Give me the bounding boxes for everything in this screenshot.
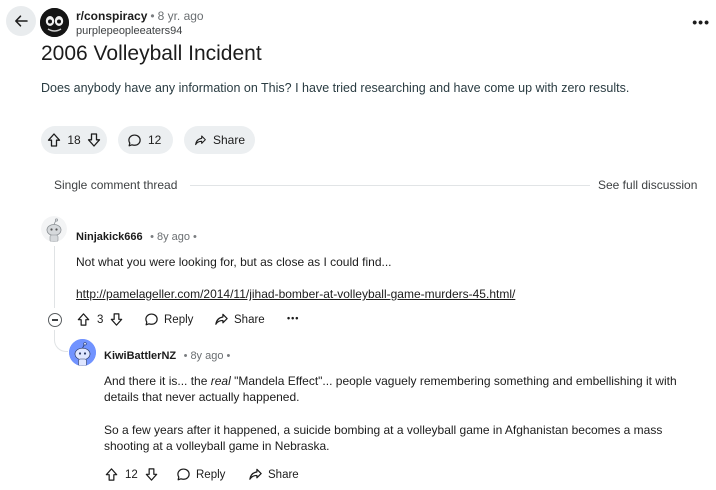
share-label: Share	[268, 468, 299, 481]
see-full-discussion-link[interactable]: See full discussion	[598, 178, 697, 192]
downvote-icon[interactable]	[144, 467, 159, 482]
comment-icon	[128, 133, 141, 146]
reply-button[interactable]: Reply	[176, 467, 225, 482]
comment-age: 8y ago	[190, 350, 224, 362]
reply-label: Reply	[196, 468, 226, 481]
comment-avatar[interactable]	[41, 216, 67, 242]
downvote-icon[interactable]	[86, 132, 102, 148]
share-icon	[195, 135, 206, 145]
share-label: Share	[212, 133, 245, 147]
post-share-button[interactable]: Share	[184, 126, 255, 154]
comment-text: And there it is... the real "Mandela Eff…	[104, 373, 704, 405]
post-vote-count: 18	[67, 133, 81, 147]
post-author[interactable]: purplepeopleeaters94	[76, 24, 182, 38]
post-comments-button[interactable]: 12	[118, 126, 173, 154]
back-button[interactable]	[6, 6, 36, 36]
comment-vote-count: 12	[125, 468, 138, 481]
subreddit-icon	[40, 8, 69, 37]
share-icon	[215, 313, 228, 325]
post-body: Does anybody have any information on Thi…	[41, 81, 630, 95]
separator-dot: •	[183, 350, 188, 362]
reply-connector	[54, 330, 68, 352]
comment-thread-line	[54, 246, 55, 308]
upvote-icon[interactable]	[76, 312, 91, 327]
comment-vote-control: 3	[76, 312, 124, 327]
comment-text: Not what you were looking for, but as cl…	[76, 255, 392, 269]
comment-author[interactable]: Ninjakick666	[76, 231, 143, 243]
upvote-icon[interactable]	[104, 467, 119, 482]
share-button[interactable]: Share	[214, 312, 265, 327]
post-comment-count: 12	[148, 133, 162, 147]
post-age: 8 yr. ago	[157, 9, 204, 23]
collapse-thread-button[interactable]	[48, 313, 62, 327]
subreddit-line: r/conspiracy • 8 yr. ago	[76, 9, 204, 24]
comment-more-options-button[interactable]: •••	[287, 313, 299, 323]
comment-header: KiwiBattlerNZ • 8y ago •	[104, 346, 233, 364]
subreddit-name[interactable]: r/conspiracy	[76, 9, 147, 23]
reply-label: Reply	[164, 313, 194, 326]
comment-age: 8y ago	[156, 231, 190, 243]
comment-icon	[177, 468, 190, 481]
comment-text-part: And there it is... the	[104, 374, 211, 388]
comment-text-emphasis: real	[210, 374, 231, 388]
share-label: Share	[234, 313, 265, 326]
separator-dot: •	[226, 350, 231, 362]
comment-header: Ninjakick666 • 8y ago •	[76, 227, 200, 245]
separator-dot: •	[193, 231, 197, 243]
comment-vote-count: 3	[97, 313, 104, 326]
downvote-icon[interactable]	[109, 312, 124, 327]
comment-vote-control: 12	[104, 467, 159, 482]
comment-avatar[interactable]	[69, 339, 96, 366]
reply-button[interactable]: Reply	[144, 312, 193, 327]
share-icon	[249, 468, 262, 480]
subreddit-avatar[interactable]	[40, 8, 69, 37]
comment-text-paragraph-2: So a few years after it happened, a suic…	[104, 423, 663, 453]
single-thread-label: Single comment thread	[54, 178, 184, 192]
post-vote-control: 18	[41, 126, 107, 154]
arrow-left-icon	[15, 15, 28, 27]
post-more-options-button[interactable]: •••	[692, 14, 710, 30]
comment-link[interactable]: http://pamelageller.com/2014/11/jihad-bo…	[76, 287, 515, 301]
snoo-avatar-icon	[41, 216, 67, 242]
thread-divider	[190, 185, 590, 186]
separator-dot: •	[150, 9, 155, 23]
separator-dot: •	[150, 231, 154, 243]
comment-icon	[145, 313, 158, 326]
share-button[interactable]: Share	[248, 467, 299, 482]
upvote-icon[interactable]	[46, 132, 62, 148]
comment-author[interactable]: KiwiBattlerNZ	[104, 350, 176, 362]
post-title: 2006 Volleyball Incident	[41, 42, 262, 65]
snoo-avatar-icon	[69, 339, 96, 366]
